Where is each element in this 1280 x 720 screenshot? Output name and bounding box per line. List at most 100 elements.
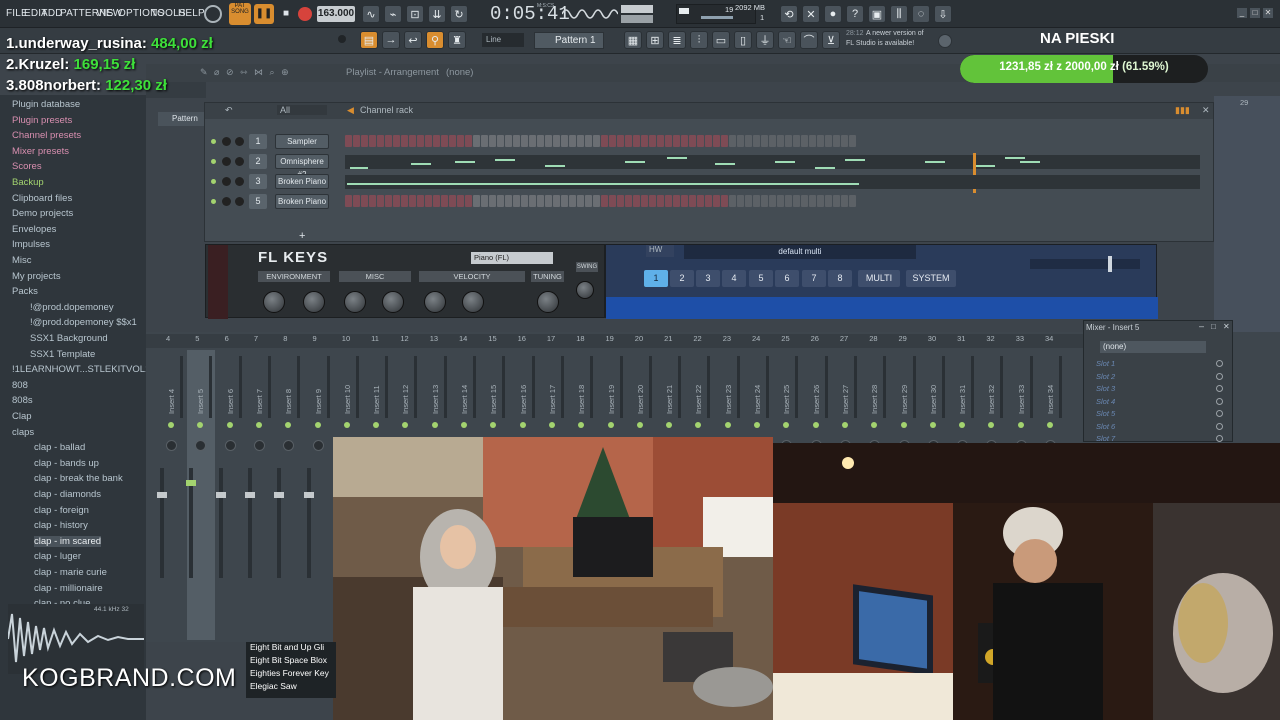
browser-item[interactable]: clap - luger	[34, 551, 81, 562]
pattern-selector[interactable]: Pattern 1	[534, 32, 604, 49]
menu-help[interactable]: HELP	[178, 8, 205, 19]
browser-item[interactable]: Misc	[12, 255, 32, 266]
minimize-window-icon[interactable]: _	[1237, 8, 1247, 18]
slot-button-8[interactable]: 8	[828, 270, 852, 287]
velocity-knob-2[interactable]	[462, 291, 484, 313]
mixer-min-icon[interactable]: –	[1199, 321, 1204, 331]
mixer-icon[interactable]: ⫶	[690, 31, 708, 49]
multi-preset-field[interactable]: default multi	[684, 245, 916, 259]
mute-led[interactable]	[285, 422, 292, 428]
pan-knob[interactable]	[312, 440, 324, 451]
channel-rack-titlebar[interactable]: ↶ All ◀ Channel rack ▮▮▮ ✕	[205, 103, 1213, 119]
add-channel-button[interactable]: +	[299, 230, 305, 242]
mute-led[interactable]	[841, 422, 848, 428]
link-icon[interactable]: ⚲	[426, 31, 444, 49]
channel-mute-led[interactable]	[211, 159, 216, 164]
slot-button-4[interactable]: 4	[722, 270, 746, 287]
mute-led[interactable]	[431, 422, 438, 428]
reset-icon[interactable]: ⟲	[780, 5, 798, 23]
undo-icon[interactable]: ↶	[225, 105, 233, 116]
browser-item[interactable]: clap - im scared	[34, 535, 102, 547]
save-icon[interactable]: ▣	[868, 5, 886, 23]
tab-swing[interactable]: SWING	[576, 262, 598, 272]
mute-led[interactable]	[666, 422, 673, 428]
notice-line-2[interactable]: FL Studio is available!	[846, 40, 914, 47]
mute-led[interactable]	[402, 422, 409, 428]
slot-enable-led[interactable]	[1216, 435, 1223, 442]
channel-volume-knob[interactable]	[235, 177, 244, 186]
volume-fader-track[interactable]	[244, 468, 255, 578]
update-icon[interactable]	[938, 34, 952, 48]
channel-number[interactable]: 2	[249, 154, 267, 169]
channel-number[interactable]: 3	[249, 174, 267, 189]
pitch-knob[interactable]	[338, 35, 346, 43]
slot-button-2[interactable]: 2	[670, 270, 694, 287]
channel-name-button[interactable]: Broken Piano	[275, 194, 329, 209]
browser-item[interactable]: Plugin database	[12, 99, 80, 110]
mute-led[interactable]	[519, 422, 526, 428]
misc-knob-1[interactable]	[344, 291, 366, 313]
channel-filter[interactable]: All	[277, 105, 327, 115]
tab-misc[interactable]: MISC	[339, 271, 411, 282]
effect-slot[interactable]: Slot 2	[1096, 372, 1216, 381]
channel-pan-knob[interactable]	[222, 137, 231, 146]
effect-slot[interactable]: Slot 6	[1096, 422, 1216, 431]
fader-handle[interactable]	[274, 492, 285, 498]
mute-led[interactable]	[197, 422, 204, 428]
browser-item[interactable]: Envelopes	[12, 224, 56, 235]
channel-name-button[interactable]: Sampler	[275, 134, 329, 149]
mute-led[interactable]	[255, 422, 262, 428]
playlist-arrangement[interactable]: (none)	[446, 67, 473, 78]
routing-selector[interactable]: (none)	[1100, 341, 1206, 353]
effect-slot[interactable]: Slot 3	[1096, 384, 1216, 393]
pan-knob[interactable]	[283, 440, 295, 451]
mute-led[interactable]	[578, 422, 585, 428]
tab-velocity[interactable]: VELOCITY	[419, 271, 525, 282]
slot-enable-led[interactable]	[1216, 410, 1223, 417]
channel-volume-knob[interactable]	[235, 137, 244, 146]
plug-icon[interactable]: ⏚	[756, 31, 774, 49]
tuning-knob[interactable]	[537, 291, 559, 313]
browser-item[interactable]: Demo projects	[12, 208, 73, 219]
channel-volume-knob[interactable]	[235, 197, 244, 206]
channel-rack-icon[interactable]: ≣	[668, 31, 686, 49]
channel-pan-knob[interactable]	[222, 157, 231, 166]
mute-led[interactable]	[607, 422, 614, 428]
mute-led[interactable]	[929, 422, 936, 428]
volume-fader-track[interactable]	[303, 468, 314, 578]
browser-item[interactable]: Channel presets	[12, 130, 81, 141]
channel-name-button[interactable]: Omnisphere #2	[275, 154, 329, 179]
browser-item[interactable]: My projects	[12, 271, 61, 282]
piano-roll-icon[interactable]: ⊞	[646, 31, 664, 49]
slot-enable-led[interactable]	[1216, 422, 1223, 430]
mute-led[interactable]	[1017, 422, 1024, 428]
redo-icon[interactable]: ↩	[404, 31, 422, 49]
rack-close-icon[interactable]: ✕	[1202, 105, 1210, 116]
mute-led[interactable]	[959, 422, 966, 428]
plugin-list-item[interactable]: Eight Bit Space Blox	[246, 655, 336, 668]
countdown-icon[interactable]: ⊡	[406, 5, 424, 23]
mute-led[interactable]	[871, 422, 878, 428]
slot-enable-led[interactable]	[1216, 360, 1223, 367]
hat-icon[interactable]: ⌒	[800, 31, 818, 49]
pause-button[interactable]: ❚❚	[254, 4, 274, 24]
mute-led[interactable]	[636, 422, 643, 428]
preset-selector[interactable]: Piano (FL)	[471, 252, 553, 264]
mute-led[interactable]	[754, 422, 760, 428]
mute-led[interactable]	[314, 422, 321, 428]
mixer-view-icon[interactable]: ⫼	[890, 5, 908, 23]
cart-icon[interactable]: ⊻	[822, 31, 840, 49]
sampler-level-slider[interactable]	[1030, 256, 1140, 272]
master-pitch-bar[interactable]	[621, 15, 653, 23]
misc-knob-2[interactable]	[382, 291, 404, 313]
browser-item[interactable]: clap - ballad	[34, 442, 85, 453]
effect-slot[interactable]: Slot 7	[1096, 434, 1216, 443]
browser-item[interactable]: Clipboard files	[12, 193, 72, 204]
close-icon[interactable]: ✕	[802, 5, 820, 23]
mute-led[interactable]	[373, 422, 380, 428]
browser-item[interactable]: !@prod.dopemoney	[30, 302, 114, 313]
hw-selector[interactable]: HW	[646, 245, 674, 257]
pan-knob[interactable]	[195, 440, 207, 451]
slot-button-7[interactable]: 7	[802, 270, 826, 287]
browser-item[interactable]: Mixer presets	[12, 146, 69, 157]
